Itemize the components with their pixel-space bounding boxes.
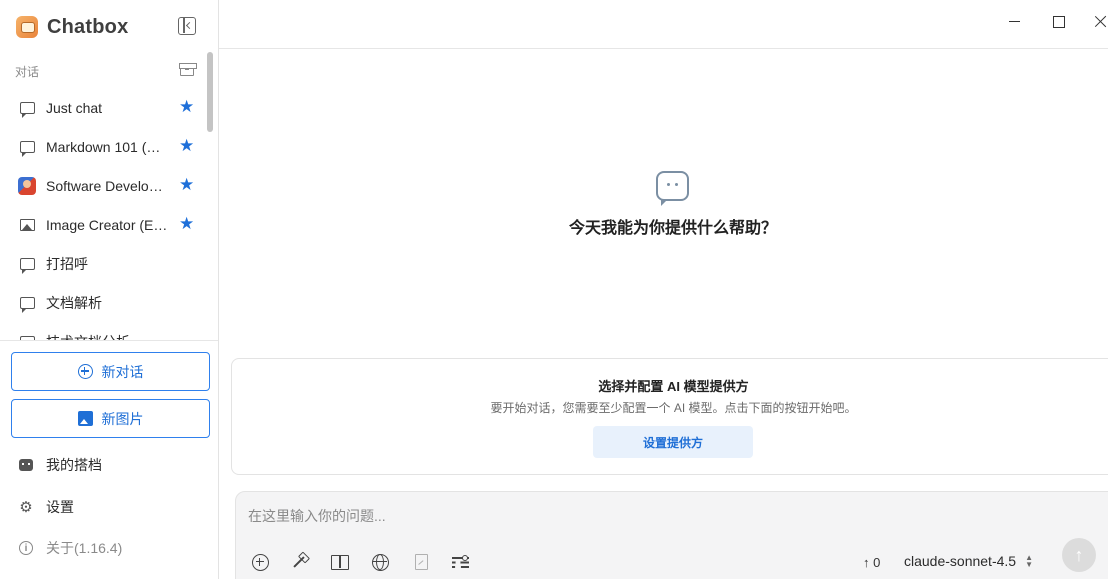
my-partner-label: 我的搭档 bbox=[46, 457, 102, 473]
token-count: ↑ 0 bbox=[863, 555, 881, 570]
section-label-conversations: 对话 bbox=[15, 65, 40, 79]
maximize-icon[interactable] bbox=[1048, 11, 1068, 31]
model-selector[interactable]: claude-sonnet-4.5 ▲ ▼ bbox=[904, 553, 1033, 569]
settings-link[interactable]: ⚙ 设置 bbox=[18, 496, 74, 518]
robot-icon bbox=[19, 459, 33, 471]
chat-bubble-icon bbox=[19, 296, 35, 313]
chat-bubble-icon bbox=[19, 257, 35, 274]
tools-button[interactable] bbox=[288, 551, 310, 573]
plus-circle-icon bbox=[251, 553, 269, 571]
chat-bubble-icon bbox=[19, 101, 35, 118]
message-input[interactable] bbox=[248, 506, 848, 526]
sidebar-scrollbar[interactable] bbox=[207, 52, 213, 132]
setup-provider-button[interactable]: 设置提供方 bbox=[593, 426, 753, 458]
sliders-icon bbox=[451, 555, 469, 569]
conversation-label: 打招呼 bbox=[46, 255, 88, 272]
avatar-icon bbox=[18, 176, 36, 195]
conversation-item[interactable]: 打招呼 bbox=[0, 244, 206, 283]
star-icon[interactable]: ★ bbox=[179, 98, 194, 116]
attach-button[interactable] bbox=[249, 551, 271, 573]
new-image-button[interactable]: 新图片 bbox=[11, 399, 210, 438]
info-icon: i bbox=[19, 541, 33, 555]
provider-setup-card: 选择并配置 AI 模型提供方 要开始对话，您需要至少配置一个 AI 模型。点击下… bbox=[231, 358, 1108, 475]
plus-circle-icon bbox=[77, 364, 93, 379]
chevron-up-down-icon: ▲ ▼ bbox=[1025, 553, 1033, 569]
settings-sliders-button[interactable] bbox=[449, 551, 471, 573]
welcome-heading: 今天我能为你提供什么帮助？ bbox=[568, 220, 777, 237]
new-image-label: 新图片 bbox=[101, 410, 144, 427]
minimize-icon[interactable] bbox=[1005, 11, 1025, 31]
conversation-item[interactable]: 文档解析 bbox=[0, 283, 206, 322]
image-icon bbox=[19, 218, 35, 231]
conversation-label: Just chat bbox=[46, 99, 103, 116]
app-brand: Chatbox bbox=[16, 14, 128, 40]
provider-card-title: 选择并配置 AI 模型提供方 bbox=[598, 379, 749, 394]
close-icon[interactable] bbox=[1091, 11, 1108, 31]
model-name: claude-sonnet-4.5 bbox=[904, 553, 1017, 569]
conversation-label: Image Creator (Example) bbox=[46, 216, 168, 233]
archive-icon[interactable] bbox=[179, 63, 197, 76]
new-chat-button[interactable]: 新对话 bbox=[11, 352, 210, 391]
document-button[interactable] bbox=[410, 551, 432, 573]
message-composer: ↑ 0 claude-sonnet-4.5 ▲▼ ↑ bbox=[235, 491, 1108, 579]
conversation-label: Software Developer bbox=[46, 177, 168, 194]
conversation-list: Just chat ★ Markdown 101 (Example) ★ Sof… bbox=[0, 88, 206, 340]
chatbox-logo-icon bbox=[16, 16, 38, 38]
settings-label: 设置 bbox=[46, 499, 74, 515]
chat-bubble-dots-icon bbox=[656, 171, 689, 206]
sidebar: Chatbox 对话 Just chat ★ Markdown 101 (Exa… bbox=[0, 0, 219, 579]
web-search-button[interactable] bbox=[369, 551, 391, 573]
image-plus-icon bbox=[77, 411, 93, 426]
star-icon[interactable]: ★ bbox=[179, 137, 194, 155]
about-link[interactable]: i 关于(1.16.4) bbox=[18, 537, 122, 559]
hammer-icon bbox=[290, 553, 308, 571]
chat-bubble-icon bbox=[19, 140, 35, 157]
gear-icon: ⚙ bbox=[19, 499, 33, 516]
conversation-item[interactable]: Just chat ★ bbox=[0, 88, 206, 127]
conversation-label: Markdown 101 (Example) bbox=[46, 138, 168, 155]
divider bbox=[0, 340, 218, 341]
conversation-label: 文档解析 bbox=[46, 294, 102, 311]
my-partner-link[interactable]: 我的搭档 bbox=[18, 454, 102, 476]
document-icon bbox=[414, 554, 428, 570]
new-chat-label: 新对话 bbox=[101, 363, 144, 380]
provider-card-description: 要开始对话，您需要至少配置一个 AI 模型。点击下面的按钮开始吧。 bbox=[490, 401, 857, 415]
collapse-sidebar-icon[interactable] bbox=[178, 17, 196, 35]
conversation-label: 技术文档分析 bbox=[46, 332, 168, 341]
star-icon[interactable]: ★ bbox=[179, 176, 194, 194]
star-icon[interactable]: ★ bbox=[179, 215, 194, 233]
conversation-item[interactable]: 技术文档分析 bbox=[0, 322, 206, 340]
arrow-up-icon: ↑ bbox=[1074, 544, 1084, 565]
knowledge-base-button[interactable] bbox=[329, 551, 351, 573]
send-button[interactable]: ↑ bbox=[1062, 538, 1096, 572]
conversation-item[interactable]: Markdown 101 (Example) ★ bbox=[0, 127, 206, 166]
about-label: 关于(1.16.4) bbox=[46, 540, 123, 556]
title-bar bbox=[219, 0, 1108, 49]
conversation-item[interactable]: Image Creator (Example) ★ bbox=[0, 205, 206, 244]
conversation-item[interactable]: Software Developer ★ bbox=[0, 166, 206, 205]
book-icon bbox=[331, 554, 349, 570]
globe-icon bbox=[371, 553, 389, 571]
app-name: Chatbox bbox=[47, 15, 129, 38]
